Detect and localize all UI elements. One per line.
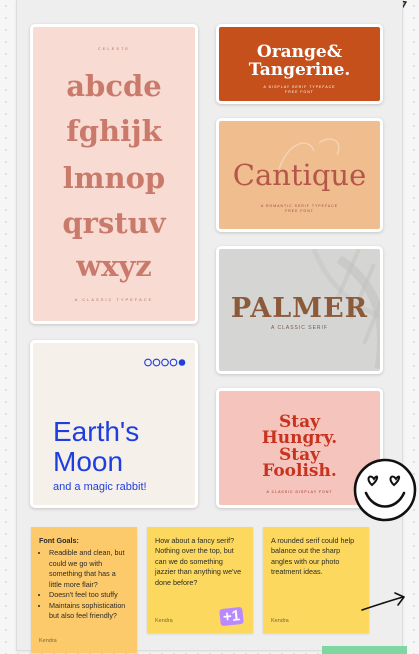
alphabet-line: abcde	[66, 69, 162, 103]
note-bullet: Maintains sophistication but also feel f…	[49, 601, 129, 622]
note-bullet-list: Readible and clean, but could we go with…	[39, 548, 129, 621]
note-text: A rounded serif could help balance out t…	[271, 536, 355, 577]
earth-title-line1: Earth's	[53, 416, 140, 447]
cantique-subtitle-line2: FREE FONT	[285, 209, 314, 213]
note-title: Font Goals:	[39, 536, 79, 545]
font-card-cantique[interactable]: Cantique A ROMANTIC SERIF TYPEFACE FREE …	[216, 118, 383, 232]
font-card-palmer[interactable]: PALMER A CLASSIC SERIF	[216, 246, 383, 374]
moon-phases-icon	[144, 358, 186, 367]
alphabet-line: wxyz	[76, 249, 152, 283]
orange-title-line2: Tangerine.	[248, 60, 351, 80]
earth-title-line2: Moon	[53, 446, 124, 477]
note-author: Kendra	[39, 638, 57, 645]
earth-subtitle: and a magic rabbit!	[53, 481, 147, 493]
alphabet-line: fghijk	[66, 114, 162, 148]
plus-one-sticker[interactable]: +1	[219, 606, 244, 627]
sticky-note-rounded-serif[interactable]: A rounded serif could help balance out t…	[263, 527, 369, 633]
alphabet-line: qrstuv	[62, 206, 166, 240]
alphabet-caption-bottom: A CLASSIC TYPEFACE	[74, 297, 154, 302]
orange-subtitle-line2: FREE FONT	[285, 90, 314, 94]
palmer-subtitle: A CLASSIC SERIF	[271, 325, 328, 331]
note-bullet: Readible and clean, but could we go with…	[49, 548, 129, 590]
palmer-title: PALMER	[230, 293, 369, 324]
font-card-alphabet[interactable]: CELESTE abcde fghijk lmnop qrstuv wxyz A…	[30, 24, 198, 324]
note-text: How about a fancy serif? Nothing over th…	[155, 536, 242, 587]
smiley-sticker[interactable]	[352, 457, 418, 523]
orange-title-line1: Orange&	[256, 42, 343, 62]
cantique-title: Cantique	[232, 158, 367, 192]
note-bullet: Doesn't feel too stuffy	[49, 590, 129, 600]
alphabet-caption-top: CELESTE	[97, 46, 131, 51]
sticky-note-fancy-serif[interactable]: How about a fancy serif? Nothing over th…	[147, 527, 253, 633]
font-card-earths-moon[interactable]: Earth's Moon and a magic rabbit!	[30, 340, 198, 508]
alphabet-line: lmnop	[62, 161, 166, 195]
note-author: Kendra	[271, 618, 289, 625]
orange-subtitle-line1: A DISPLAY SERIF TYPEFACE	[263, 85, 336, 89]
font-card-orange-tangerine[interactable]: Orange& Tangerine. A DISPLAY SERIF TYPEF…	[216, 24, 383, 104]
green-sticky-edge[interactable]	[322, 646, 407, 654]
note-author: Kendra	[155, 618, 173, 625]
sticky-note-font-goals[interactable]: Font Goals: Readible and clean, but coul…	[31, 527, 137, 653]
cantique-subtitle-line1: A ROMANTIC SERIF TYPEFACE	[260, 204, 339, 208]
arrow-icon	[361, 592, 405, 611]
